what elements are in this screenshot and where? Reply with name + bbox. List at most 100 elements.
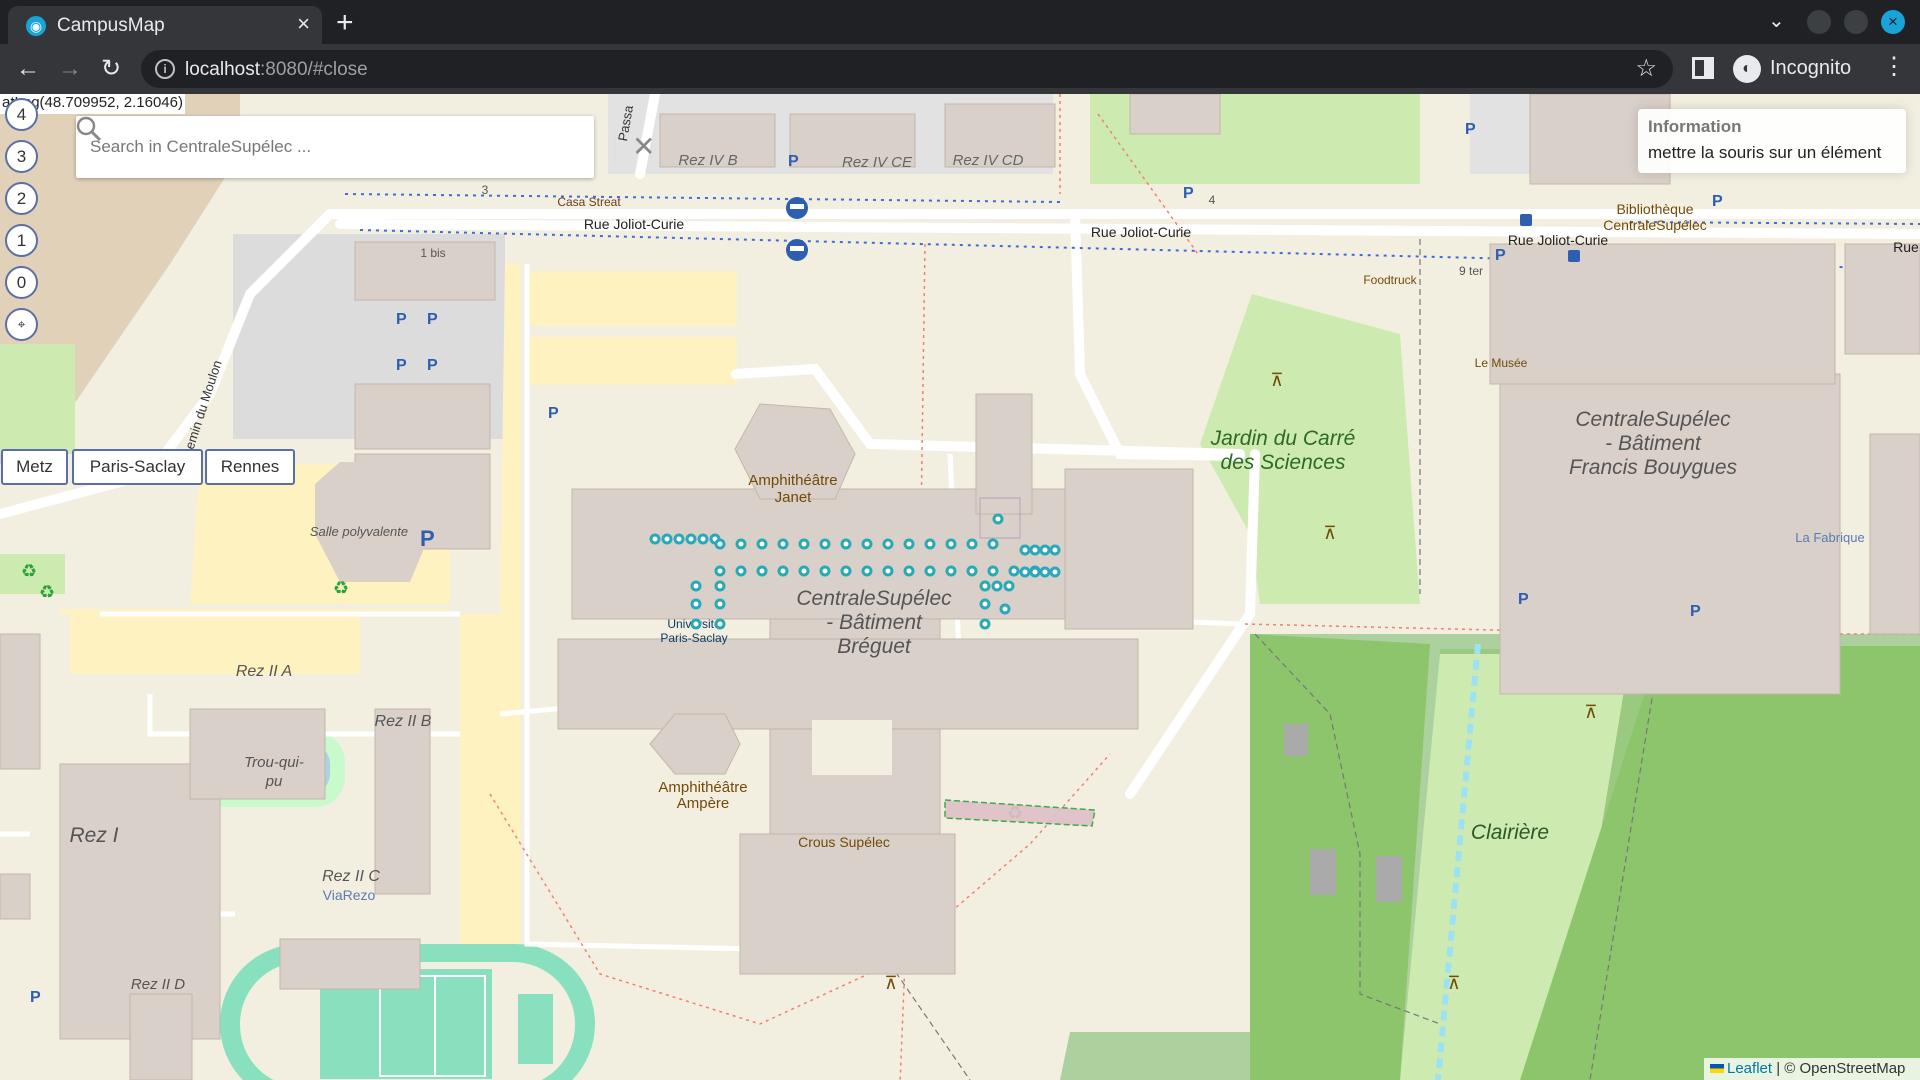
seat-marker[interactable] [1029, 544, 1041, 556]
close-icon[interactable]: ✕ [632, 130, 655, 163]
close-tab-icon[interactable]: × [297, 11, 310, 37]
seat-marker[interactable] [1049, 566, 1061, 578]
seat-marker[interactable] [966, 538, 978, 550]
seat-marker[interactable] [673, 533, 685, 545]
svg-text:P: P [1690, 603, 1701, 620]
seat-marker[interactable] [819, 538, 831, 550]
seat-marker[interactable] [798, 565, 810, 577]
seat-marker[interactable] [697, 533, 709, 545]
seat-marker[interactable] [979, 580, 991, 592]
floor-button-1[interactable]: 1 [5, 224, 38, 257]
svg-text:Casa Streat: Casa Streat [557, 195, 621, 209]
seat-marker[interactable] [924, 538, 936, 550]
browser-toolbar: ← → ↻ i localhost:8080/#close ☆ ◐ Incogn… [0, 44, 1920, 94]
new-tab-plus-icon[interactable]: + [336, 6, 354, 40]
campus-button-rennes[interactable]: Rennes [205, 449, 295, 485]
svg-text:♻: ♻ [21, 561, 37, 581]
floor-button-0[interactable]: 0 [5, 266, 38, 299]
seat-marker[interactable] [690, 598, 702, 610]
seat-marker[interactable] [735, 538, 747, 550]
seat-marker[interactable] [690, 618, 702, 630]
seat-marker[interactable] [714, 538, 726, 550]
seat-marker[interactable] [1039, 566, 1051, 578]
seat-marker[interactable] [777, 565, 789, 577]
seat-marker[interactable] [861, 565, 873, 577]
seat-marker[interactable] [987, 565, 999, 577]
seat-marker[interactable] [777, 538, 789, 550]
bookmark-star-icon[interactable]: ☆ [1635, 54, 1657, 83]
info-panel: Information mettre la souris sur un élém… [1638, 109, 1906, 173]
close-window-button[interactable]: × [1881, 10, 1905, 34]
seat-marker[interactable] [714, 618, 726, 630]
browser-tab[interactable]: ◉ CampusMap × [8, 6, 322, 44]
seat-marker[interactable] [819, 565, 831, 577]
seat-marker[interactable] [987, 538, 999, 550]
floor-button-4[interactable]: 4 [5, 98, 38, 131]
seat-marker[interactable] [685, 533, 697, 545]
seat-marker[interactable] [690, 580, 702, 592]
incognito-label[interactable]: Incognito [1770, 57, 1851, 80]
search-input[interactable] [90, 130, 480, 164]
svg-text:P: P [1465, 121, 1476, 138]
seat-marker[interactable] [979, 618, 991, 630]
seat-marker[interactable] [756, 538, 768, 550]
seat-marker[interactable] [861, 538, 873, 550]
campus-button-metz[interactable]: Metz [1, 449, 68, 485]
seat-marker[interactable] [924, 565, 936, 577]
locate-icon[interactable]: ⌖ [5, 308, 38, 341]
incognito-icon[interactable]: ◐ [1733, 55, 1761, 83]
seat-marker[interactable] [945, 538, 957, 550]
chevron-down-icon[interactable]: ⌄ [1768, 8, 1785, 33]
svg-text:Trou-qui-: Trou-qui- [244, 754, 304, 771]
svg-text:La Fabrique: La Fabrique [1795, 530, 1864, 545]
seat-marker[interactable] [714, 580, 726, 592]
seat-marker[interactable] [1008, 565, 1020, 577]
seat-marker[interactable] [882, 538, 894, 550]
side-panel-icon[interactable] [1692, 57, 1714, 79]
seat-marker[interactable] [966, 565, 978, 577]
campus-map[interactable]: Rez IV B Rez IV CE Rez IV CD Casa Streat… [0, 94, 1920, 1080]
seat-marker[interactable] [903, 565, 915, 577]
forward-arrow-icon[interactable]: → [53, 52, 87, 86]
seat-marker[interactable] [661, 533, 673, 545]
svg-text:Ampère: Ampère [677, 795, 730, 812]
more-menu-icon[interactable]: ⋮ [1882, 52, 1906, 81]
seat-marker[interactable] [840, 565, 852, 577]
url-text[interactable]: localhost:8080/#close [185, 59, 368, 81]
search-icon[interactable] [76, 116, 102, 142]
svg-text:⊼: ⊼ [1270, 370, 1283, 390]
minimize-window-button[interactable] [1807, 10, 1831, 34]
seat-marker[interactable] [1039, 544, 1051, 556]
seat-marker[interactable] [1019, 544, 1031, 556]
reload-icon[interactable]: ↻ [94, 52, 128, 86]
svg-text:P: P [1495, 247, 1506, 264]
seat-marker[interactable] [735, 565, 747, 577]
seat-marker[interactable] [999, 603, 1011, 615]
seat-marker[interactable] [1019, 566, 1031, 578]
seat-marker[interactable] [1029, 566, 1041, 578]
seat-marker[interactable] [756, 565, 768, 577]
floor-button-3[interactable]: 3 [5, 140, 38, 173]
svg-text:Jardin du Carré: Jardin du Carré [1210, 427, 1356, 450]
seat-marker[interactable] [1049, 544, 1061, 556]
floor-button-2[interactable]: 2 [5, 182, 38, 215]
info-icon[interactable]: i [155, 59, 175, 79]
seat-marker[interactable] [714, 598, 726, 610]
seat-marker[interactable] [649, 533, 661, 545]
seat-marker[interactable] [882, 565, 894, 577]
maximize-window-button[interactable] [1844, 10, 1868, 34]
campus-button-paris-saclay[interactable]: Paris-Saclay [72, 449, 203, 485]
seat-marker[interactable] [714, 565, 726, 577]
seat-marker[interactable] [903, 538, 915, 550]
svg-text:Bréguet: Bréguet [837, 635, 912, 658]
seat-marker[interactable] [840, 538, 852, 550]
back-arrow-icon[interactable]: ← [11, 52, 45, 86]
seat-marker[interactable] [991, 580, 1003, 592]
seat-marker[interactable] [979, 598, 991, 610]
seat-marker[interactable] [1003, 580, 1015, 592]
seat-marker[interactable] [945, 565, 957, 577]
svg-text:des Sciences: des Sciences [1221, 451, 1346, 474]
leaflet-link[interactable]: Leaflet [1727, 1060, 1772, 1077]
address-bar[interactable]: i localhost:8080/#close ☆ [141, 50, 1673, 88]
seat-marker[interactable] [798, 538, 810, 550]
